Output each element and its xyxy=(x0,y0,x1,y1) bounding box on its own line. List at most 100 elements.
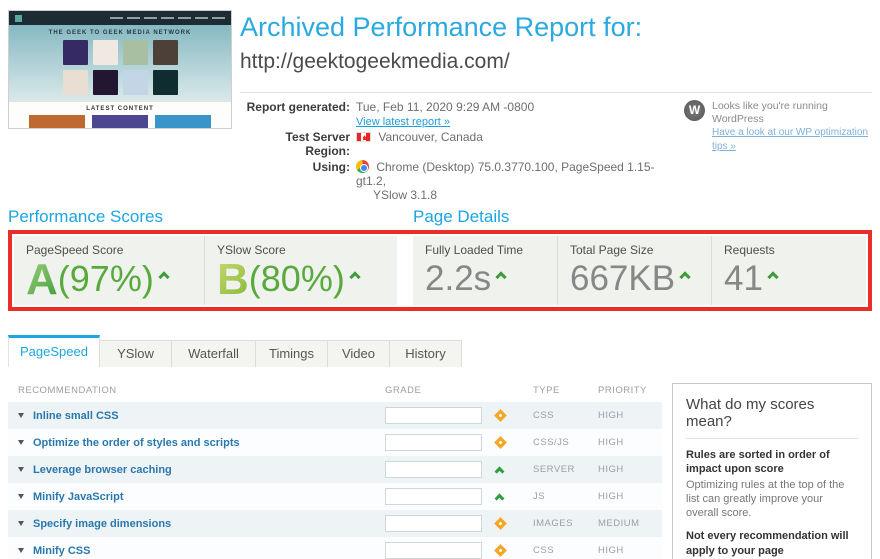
grade-value: A (99) xyxy=(391,543,416,559)
pagespeed-score-card: PageSpeed Score A (97%) xyxy=(14,236,205,305)
grade-value: A (92) xyxy=(391,462,416,478)
expand-triangle-icon[interactable] xyxy=(18,521,24,526)
report-generated-value: Tue, Feb 11, 2020 9:29 AM -0800 xyxy=(356,100,534,114)
thumb-podcast-tiles xyxy=(58,40,182,95)
tab-pagespeed[interactable]: PageSpeed xyxy=(8,335,100,367)
grade-value: A (92) xyxy=(391,408,416,424)
performance-scores-title: Performance Scores xyxy=(8,207,163,227)
help-section-heading: Not every recommendation will apply to y… xyxy=(686,529,858,558)
thumb-latest-content: Latest Content xyxy=(9,101,231,129)
wordpress-note-text: Looks like you're running WordPress xyxy=(712,100,828,125)
scores-help-panel: What do my scores mean? Rules are sorted… xyxy=(672,383,872,559)
tab-video[interactable]: Video xyxy=(328,340,390,367)
improvement-caret-icon xyxy=(495,271,506,282)
recommendation-label: Minify JavaScript xyxy=(33,491,123,503)
expand-triangle-icon[interactable] xyxy=(18,413,24,418)
report-meta: Report generated: Tue, Feb 11, 2020 9:29… xyxy=(240,100,680,204)
total-page-size-card: Total Page Size 667KB xyxy=(558,236,712,305)
fully-loaded-time-label: Fully Loaded Time xyxy=(425,243,545,257)
requests-card: Requests 41 xyxy=(712,236,866,305)
using-value-line1: Chrome (Desktop) 75.0.3770.100, PageSpee… xyxy=(356,160,655,188)
report-tabs: PageSpeed YSlow Waterfall Timings Video … xyxy=(8,335,462,367)
test-server-region-value: Vancouver, Canada xyxy=(378,130,483,144)
expand-triangle-icon[interactable] xyxy=(18,467,24,472)
requests-label: Requests xyxy=(724,243,854,257)
tab-waterfall[interactable]: Waterfall xyxy=(172,340,256,367)
thumb-site-navbar xyxy=(9,11,231,25)
scores-highlight-annotation: PageSpeed Score A (97%) YSlow Score B (8… xyxy=(8,230,872,311)
grade-bar: A (99) xyxy=(385,488,482,505)
table-row[interactable]: Minify CSS A (99) CSS HIGH xyxy=(8,537,662,559)
priority-value: MEDIUM xyxy=(598,518,662,529)
requests-value: 41 xyxy=(724,259,763,299)
table-row[interactable]: Specify image dimensions A (99) IMAGES M… xyxy=(8,510,662,537)
wordpress-icon: W xyxy=(684,100,705,121)
table-row[interactable]: Inline small CSS A (92) CSS HIGH xyxy=(8,402,662,429)
site-screenshot-thumbnail[interactable]: The Geek to Geek Media Network Latest Co… xyxy=(8,10,232,129)
view-latest-report-link[interactable]: View latest report » xyxy=(356,116,450,128)
thumb-site-hero: The Geek to Geek Media Network xyxy=(9,25,231,101)
fully-loaded-time-card: Fully Loaded Time 2.2s xyxy=(413,236,558,305)
wp-optimization-tips-link[interactable]: Have a look at our WP optimization tips … xyxy=(712,127,868,152)
using-value-line2: YSlow 3.1.8 xyxy=(373,188,437,202)
recommendation-label: Minify CSS xyxy=(33,545,90,557)
wordpress-note: W Looks like you're running WordPress Ha… xyxy=(684,100,874,153)
yslow-score-card: YSlow Score B (80%) xyxy=(205,236,397,305)
recommendation-label: Inline small CSS xyxy=(33,410,119,422)
help-section-heading: Rules are sorted in order of impact upon… xyxy=(686,448,858,477)
grade-bar: A (99) xyxy=(385,542,482,559)
yslow-percent: (80%) xyxy=(249,259,345,299)
pagespeed-percent: (97%) xyxy=(58,259,154,299)
change-indicator-icon xyxy=(495,493,505,503)
type-value: SERVER xyxy=(533,464,598,475)
total-page-size-value: 667KB xyxy=(570,259,675,299)
recommendation-label: Optimize the order of styles and scripts xyxy=(33,437,240,449)
improvement-caret-icon xyxy=(158,271,169,282)
recommendation-label: Specify image dimensions xyxy=(33,518,171,530)
grade-value: A (92) xyxy=(391,435,416,451)
test-server-region-label: Test Server Region: xyxy=(240,130,356,158)
gtmetrix-report-page: The Geek to Geek Media Network Latest Co… xyxy=(0,0,880,559)
scores-help-title: What do my scores mean? xyxy=(686,396,858,439)
type-value: CSS xyxy=(533,410,598,421)
chrome-icon xyxy=(356,160,369,173)
recommendations-table: RECOMMENDATION GRADE TYPE PRIORITY Inlin… xyxy=(8,378,662,559)
col-priority: PRIORITY xyxy=(598,385,662,396)
table-row[interactable]: Leverage browser caching A (92) SERVER H… xyxy=(8,456,662,483)
type-value: CSS xyxy=(533,545,598,556)
type-value: IMAGES xyxy=(533,518,598,529)
change-indicator-icon xyxy=(494,544,507,557)
report-generated-label: Report generated: xyxy=(240,100,356,128)
grade-bar: A (92) xyxy=(385,434,482,451)
tab-timings[interactable]: Timings xyxy=(256,340,328,367)
col-grade: GRADE xyxy=(385,385,533,396)
grade-bar: A (92) xyxy=(385,407,482,424)
grade-value: A (99) xyxy=(391,489,416,505)
priority-value: HIGH xyxy=(598,545,662,556)
thumb-latest-images xyxy=(9,115,231,129)
table-row[interactable]: Minify JavaScript A (99) JS HIGH xyxy=(8,483,662,510)
canada-flag-icon xyxy=(356,132,371,142)
using-label: Using: xyxy=(240,160,356,202)
grade-value: A (99) xyxy=(391,516,416,532)
change-indicator-icon xyxy=(494,436,507,449)
change-indicator-icon xyxy=(495,466,505,476)
grade-bar: A (99) xyxy=(385,515,482,532)
type-value: CSS/JS xyxy=(533,437,598,448)
help-section-body: Optimizing rules at the top of the list … xyxy=(686,478,858,521)
col-type: TYPE xyxy=(533,385,598,396)
tab-yslow[interactable]: YSlow xyxy=(100,340,172,367)
page-details-group: Fully Loaded Time 2.2s Total Page Size 6… xyxy=(413,236,866,305)
recommendation-label: Leverage browser caching xyxy=(33,464,172,476)
thumb-latest-content-title: Latest Content xyxy=(9,102,231,112)
header-divider xyxy=(240,92,872,93)
tab-history[interactable]: History xyxy=(390,340,462,367)
priority-value: HIGH xyxy=(598,410,662,421)
total-page-size-label: Total Page Size xyxy=(570,243,699,257)
table-row[interactable]: Optimize the order of styles and scripts… xyxy=(8,429,662,456)
expand-triangle-icon[interactable] xyxy=(18,548,24,553)
expand-triangle-icon[interactable] xyxy=(18,440,24,445)
change-indicator-icon xyxy=(494,517,507,530)
thumb-site-logo xyxy=(15,15,22,22)
expand-triangle-icon[interactable] xyxy=(18,494,24,499)
